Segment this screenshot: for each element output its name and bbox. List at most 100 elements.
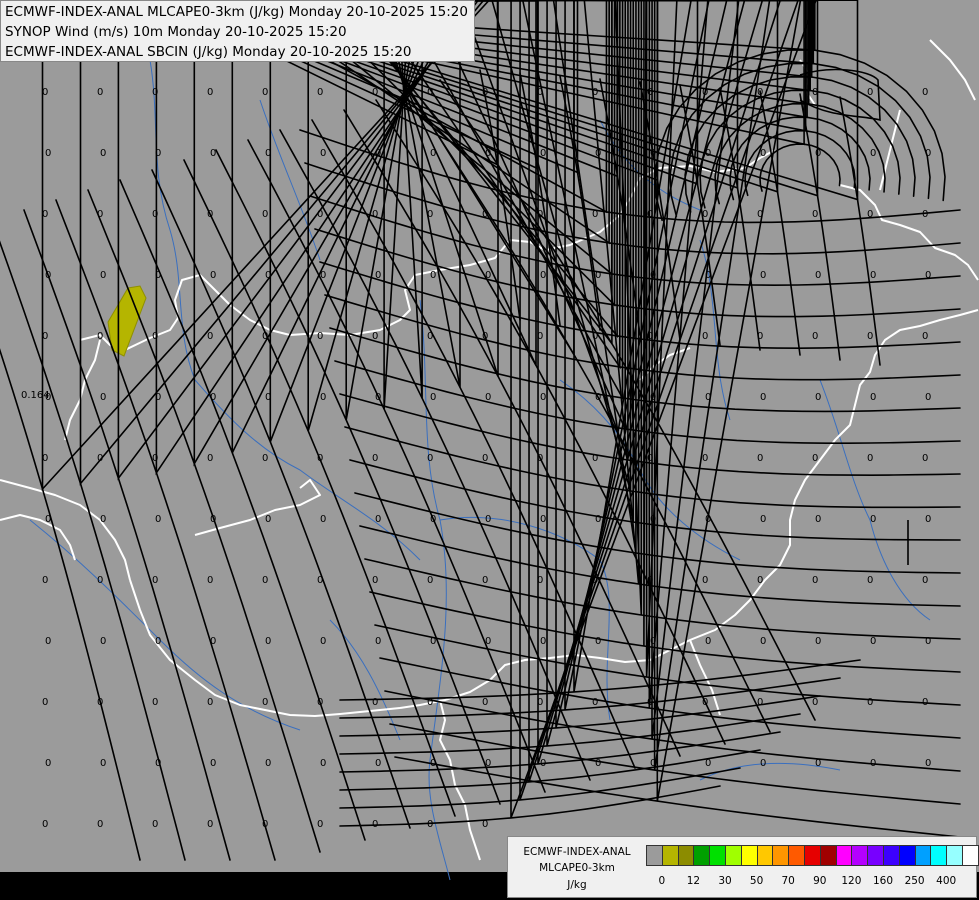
grid-value: 0: [760, 758, 766, 769]
legend-param: MLCAPE0-3km: [539, 862, 615, 874]
grid-value: 0: [100, 636, 106, 647]
legend-tick-label: 90: [813, 875, 827, 887]
legend-swatch: [646, 845, 663, 866]
grid-value: 0: [152, 819, 158, 830]
grid-value: 0: [595, 758, 601, 769]
grid-value: 0: [372, 575, 378, 586]
grid-value: 0: [100, 758, 106, 769]
grid-value: 0: [265, 514, 271, 525]
grid-value: 0: [867, 697, 873, 708]
grid-value: 0: [320, 514, 326, 525]
legend-swatch: [819, 845, 837, 866]
grid-value: 0: [262, 697, 268, 708]
grid-value: 0: [925, 270, 931, 281]
grid-value: 0: [815, 270, 821, 281]
grid-value: 0: [320, 758, 326, 769]
grid-value: 0: [97, 819, 103, 830]
grid-value: 0: [100, 392, 106, 403]
grid-value: 0: [922, 331, 928, 342]
grid-value: 0: [812, 331, 818, 342]
grid-value: 0: [375, 758, 381, 769]
grid-value: 0: [262, 453, 268, 464]
grid-value: 0: [207, 331, 213, 342]
grid-value: 0: [42, 575, 48, 586]
grid-value: 0: [815, 636, 821, 647]
grid-value: 0: [540, 636, 546, 647]
grid-value: 0: [210, 270, 216, 281]
grid-value: 0: [45, 880, 51, 891]
grid-value: 0: [155, 514, 161, 525]
grid-value: 0: [760, 636, 766, 647]
grid-value: 0: [427, 453, 433, 464]
legend-swatch: [677, 845, 695, 866]
color-legend: ECMWF-INDEX-ANAL MLCAPE0-3km J/kg 0 12 30 5…: [507, 836, 979, 898]
grid-value: 0: [320, 880, 326, 891]
legend-swatch: [930, 845, 948, 866]
grid-value: 0: [265, 758, 271, 769]
title-line-cin: ECMWF-INDEX-ANAL SBCIN (J/kg) Monday 20-…: [5, 44, 412, 60]
grid-value: 0: [152, 575, 158, 586]
legend-tick-label: 0: [658, 875, 666, 887]
grid-value: 0: [320, 392, 326, 403]
grid-value: 0: [925, 758, 931, 769]
grid-value: 0: [42, 697, 48, 708]
grid-value: 0: [372, 453, 378, 464]
grid-value: 0: [155, 636, 161, 647]
grid-value: 0: [320, 636, 326, 647]
grid-value: 0: [867, 453, 873, 464]
grid-value: 0: [485, 514, 491, 525]
grid-value: 0: [812, 209, 818, 220]
legend-swatch: [867, 845, 884, 866]
grid-value: 0: [207, 819, 213, 830]
spot-value: 0.164: [21, 390, 50, 401]
grid-value: 0: [760, 392, 766, 403]
grid-value: 0: [430, 880, 436, 891]
grid-value: 0: [867, 575, 873, 586]
legend-swatch: [709, 845, 726, 866]
grid-value: 0: [317, 331, 323, 342]
legend-tick-label: 160: [872, 875, 894, 887]
grid-value: 0: [207, 87, 213, 98]
grid-value: 0: [45, 148, 51, 159]
grid-value: 0: [702, 453, 708, 464]
grid-value: 0: [100, 514, 106, 525]
grid-value: 0: [207, 575, 213, 586]
grid-value: 0: [922, 575, 928, 586]
grid-value: 0: [867, 331, 873, 342]
grid-value: 0: [262, 87, 268, 98]
grid-value: 0: [100, 270, 106, 281]
grid-value: 0: [812, 575, 818, 586]
grid-value: 0: [870, 636, 876, 647]
legend-tick-label: 30: [718, 875, 732, 887]
grid-value: 0: [870, 270, 876, 281]
weather-map[interactable]: 0 0 0 0 0 0 0 0 0 0 0 0 0 0 0 0 0 0 0 0 0 0 0 0 0 0 0 0 0 0 0 0 0 0 0 0 0 0 0 0…: [0, 0, 979, 900]
grid-value: 0: [482, 575, 488, 586]
grid-value: 0: [870, 514, 876, 525]
legend-swatch: [756, 845, 774, 866]
grid-value: 0: [812, 453, 818, 464]
grid-value: 0: [870, 148, 876, 159]
legend-unit: J/kg: [567, 879, 587, 891]
grid-value: 0: [152, 87, 158, 98]
legend-tick-label: 400: [936, 875, 957, 887]
grid-value: 0: [265, 880, 271, 891]
grid-value: 0: [97, 575, 103, 586]
grid-value: 0: [815, 392, 821, 403]
grid-value: 0: [760, 270, 766, 281]
legend-tick-label: 120: [841, 875, 862, 887]
grid-value: 0: [45, 636, 51, 647]
legend-swatch: [788, 845, 805, 866]
grid-value: 0: [372, 209, 378, 220]
legend-tick-label: 12: [686, 875, 701, 887]
grid-value: 0: [317, 819, 323, 830]
grid-value: 0: [922, 87, 928, 98]
grid-value: 0: [595, 636, 601, 647]
grid-value: 0: [155, 880, 161, 891]
map-canvas: 0 0 0 0 0 0 0 0 0 0 0 0 0 0 0 0 0 0 0 0 0 0 0 0 0 0 0 0 0 0 0 0 0 0 0 0 0 0 0 0…: [0, 0, 979, 900]
grid-value: 0: [482, 697, 488, 708]
legend-swatch: [772, 845, 790, 866]
grid-value: 0: [540, 392, 546, 403]
grid-value: 0: [262, 209, 268, 220]
grid-value: 0: [702, 331, 708, 342]
legend-tick-label: 250: [904, 875, 925, 887]
